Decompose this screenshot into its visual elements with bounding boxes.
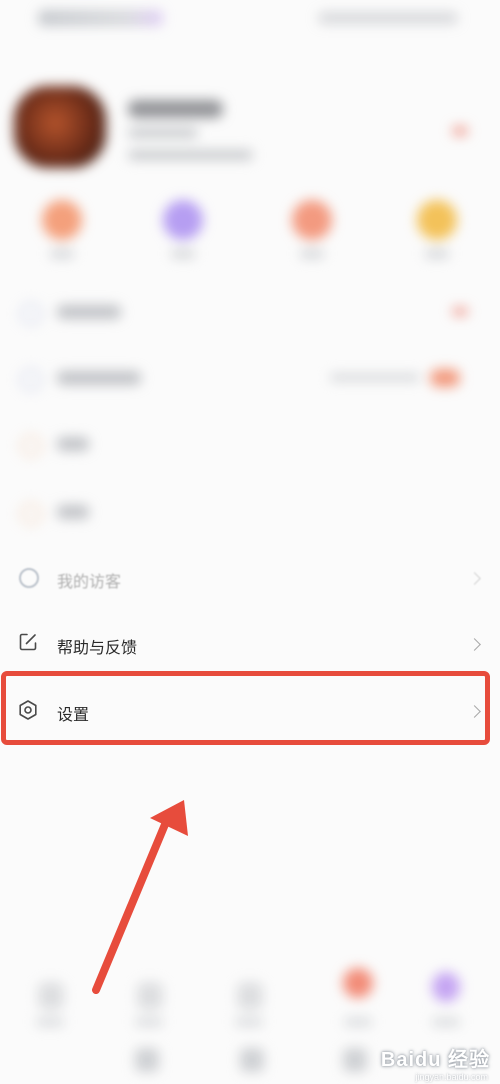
quick-action-icon[interactable] (42, 200, 82, 240)
menu-row-obscured[interactable] (0, 490, 500, 534)
bottom-nav-item[interactable] (432, 972, 460, 1002)
chevron-right-icon (468, 572, 481, 585)
bottom-nav-label (235, 1018, 263, 1026)
menu-row-obscured[interactable] (0, 290, 500, 334)
watermark-logo: Baidu 经验 (380, 1049, 490, 1071)
bottom-nav-item[interactable] (137, 982, 163, 1010)
chevron-right-icon (468, 638, 481, 651)
bottom-nav-label (344, 1018, 372, 1026)
quick-actions (0, 195, 500, 265)
quick-action-icon[interactable] (417, 200, 457, 240)
row-badge (452, 307, 468, 316)
quick-action-label (171, 250, 195, 258)
row-label-obscured (57, 371, 141, 385)
menu-item-help-feedback[interactable]: 帮助与反馈 (0, 611, 500, 675)
bottom-nav-item[interactable] (240, 1048, 264, 1072)
status-bar (0, 0, 500, 40)
menu-row-obscured[interactable] (0, 356, 500, 400)
row-label-obscured (57, 305, 121, 319)
status-bar-right (318, 12, 458, 24)
bottom-nav-label (36, 1018, 64, 1026)
row-icon (20, 303, 42, 325)
quick-action-label (50, 250, 74, 258)
bottom-nav-item[interactable] (135, 1048, 159, 1072)
row-label-obscured (57, 437, 89, 451)
bottom-nav-item[interactable] (237, 982, 263, 1010)
status-bar-left (38, 10, 163, 26)
watermark-url: jingyan.baidu.com (415, 1072, 488, 1082)
highlight-box (1, 671, 490, 745)
avatar[interactable] (14, 86, 106, 168)
bottom-nav-item[interactable] (38, 982, 64, 1010)
profile-badge (452, 126, 468, 136)
profile-info-obscured (128, 150, 253, 160)
profile-header[interactable] (0, 70, 500, 180)
row-detail-obscured (330, 374, 420, 381)
menu-item-label: 帮助与反馈 (57, 640, 138, 657)
row-label-obscured (57, 505, 89, 519)
quick-action-icon[interactable] (292, 200, 332, 240)
edit-square-icon (19, 633, 37, 651)
quick-action-label (300, 250, 324, 258)
menu-row-obscured[interactable] (0, 422, 500, 466)
profile-name-obscured (128, 100, 223, 118)
menu-item-label: 我的访客 (57, 574, 122, 591)
profile-info-obscured (128, 128, 198, 138)
quick-action-label (425, 250, 449, 258)
bottom-nav-label (432, 1018, 460, 1026)
bottom-nav-item[interactable] (343, 1048, 367, 1072)
row-icon (20, 503, 42, 525)
bottom-nav-item[interactable] (343, 968, 373, 998)
row-badge (430, 369, 460, 387)
bottom-nav-label (135, 1018, 163, 1026)
clock-icon (19, 568, 39, 588)
menu-item-visitors[interactable]: 我的访客 (0, 546, 500, 610)
row-icon (20, 369, 42, 391)
row-icon (20, 435, 42, 457)
quick-action-icon[interactable] (163, 200, 203, 240)
